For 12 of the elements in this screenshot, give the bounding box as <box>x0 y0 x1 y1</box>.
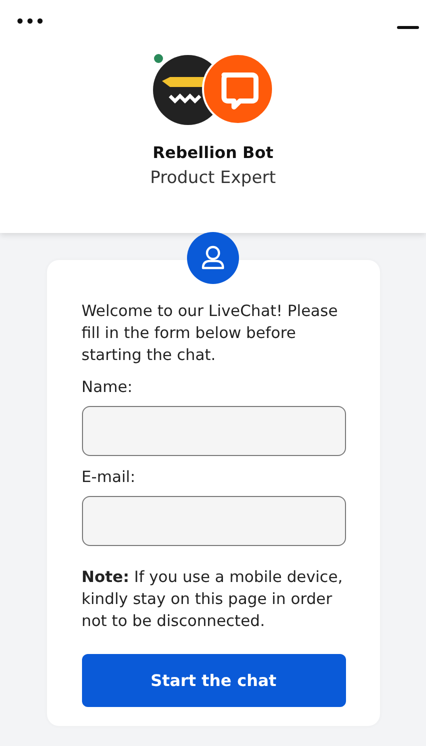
input-field[interactable] <box>82 496 346 546</box>
agent-name: Rebellion Bot <box>152 143 274 162</box>
field-label: Name: <box>82 377 134 398</box>
field-label: E-mail: <box>82 467 136 488</box>
agent-role: Product Expert <box>150 168 276 188</box>
minimize-icon[interactable] <box>397 26 419 29</box>
input-field[interactable] <box>82 406 346 456</box>
chat-bubble-avatar-icon <box>202 53 274 125</box>
note-text: Note: If you use a mobile device, kindly stay on this page in order not to be disconnected. <box>82 567 344 632</box>
start-chat-button[interactable]: Start the chat <box>82 654 346 707</box>
welcome-text: Welcome to our LiveChat! Please fill in the form below before starting the chat. <box>82 301 339 366</box>
more-options-icon[interactable] <box>17 17 43 25</box>
